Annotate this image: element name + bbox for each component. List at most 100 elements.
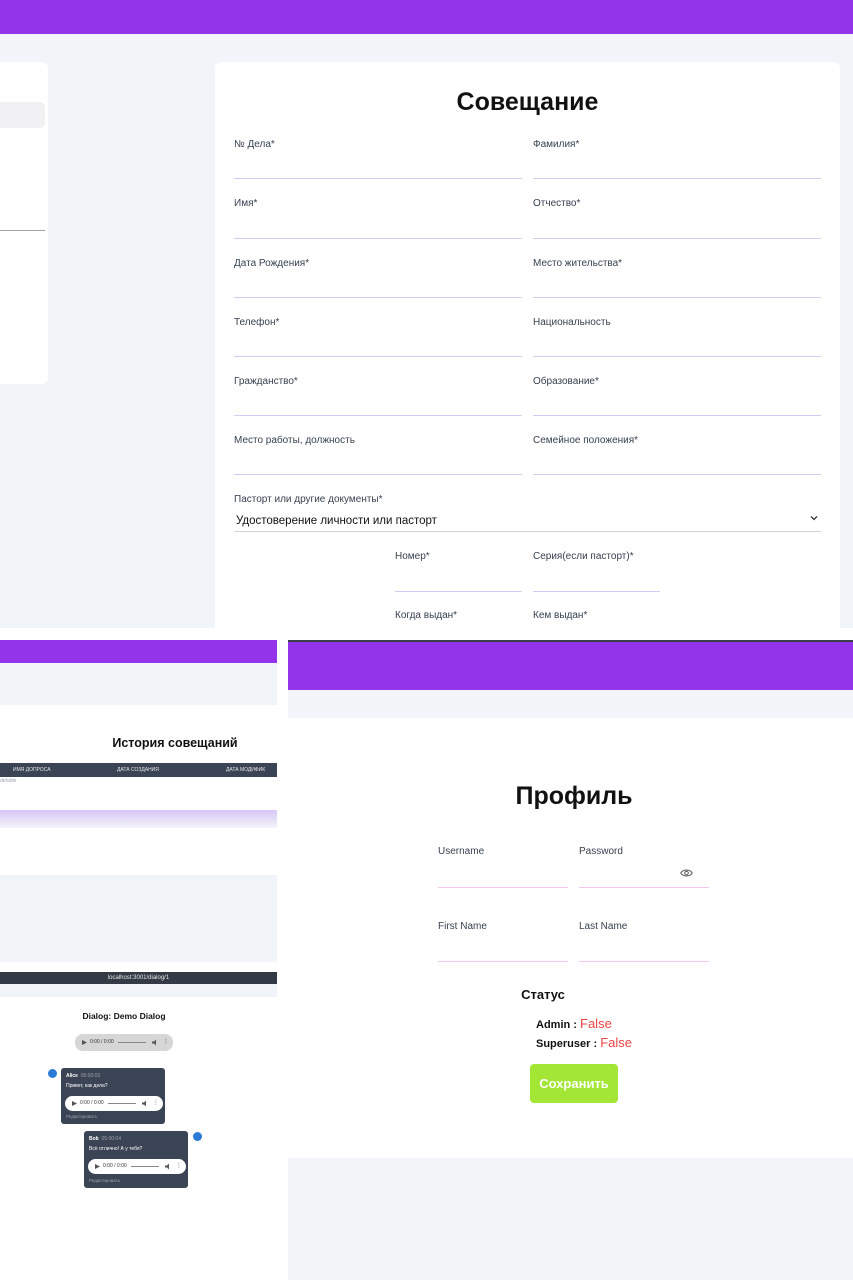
last-name-label: Last Name [579, 921, 628, 932]
meeting-form-card: Совещание № Дела* Фамилия* Имя* Отчество… [215, 62, 840, 628]
username-label: Username [438, 846, 485, 857]
message-bubble: Bob 05:00:04 Всё отлично! А у тебя? 0:00… [84, 1131, 188, 1188]
player-time: 0:00 / 0:00 [80, 1100, 104, 1106]
issued-by-label: Кем выдан* [533, 610, 588, 621]
message-audio-player[interactable]: 0:00 / 0:00 ⋮ [88, 1159, 186, 1174]
doc-type-select[interactable]: Удостоверение личности или пасторт [234, 511, 821, 531]
edit-link[interactable]: Редактировать [66, 1114, 97, 1119]
case-number-input[interactable] [234, 178, 522, 179]
sidebar-card [0, 62, 48, 384]
nationality-input[interactable] [533, 356, 821, 357]
issued-when-label: Когда выдан* [395, 610, 458, 621]
dialog-screen: localhost:3001/dialog/1 Dialog: Demo Dia… [0, 972, 277, 1280]
password-label: Password [579, 846, 623, 857]
message-author: Bob [89, 1136, 99, 1142]
player-progress[interactable] [108, 1103, 136, 1104]
password-input[interactable] [579, 887, 709, 888]
superuser-status: Superuser : False [536, 1035, 632, 1050]
more-options-icon[interactable]: ⋮ [163, 1038, 169, 1045]
edit-link[interactable]: Редактировать [89, 1178, 120, 1183]
doc-series-input[interactable] [533, 591, 660, 592]
surname-input[interactable] [533, 178, 821, 179]
volume-icon[interactable] [142, 1100, 149, 1107]
doc-number-label: Номер* [395, 551, 430, 562]
name-input[interactable] [234, 238, 522, 239]
player-time: 0:00 / 0:00 [90, 1039, 114, 1045]
play-icon[interactable] [82, 1040, 87, 1045]
workplace-input[interactable] [234, 474, 522, 475]
case-number-label: № Дела* [234, 139, 275, 150]
player-time: 0:00 / 0:00 [103, 1163, 127, 1169]
app-header-bar [288, 642, 853, 690]
phone-input[interactable] [234, 356, 522, 357]
message-time: 05:00:03 [80, 1073, 101, 1079]
play-icon[interactable] [95, 1164, 100, 1169]
dialog-title: Dialog: Demo Dialog [82, 1011, 166, 1021]
citizenship-input[interactable] [234, 415, 522, 416]
history-title: История совещаний [112, 736, 238, 750]
sidebar-selected-item[interactable] [0, 102, 45, 128]
meeting-form-screen: Совещание № Дела* Фамилия* Имя* Отчество… [0, 0, 853, 628]
phone-label: Телефон* [234, 317, 280, 328]
superuser-label: Superuser : [536, 1038, 598, 1050]
player-progress[interactable] [118, 1042, 146, 1043]
admin-label: Admin : [536, 1019, 577, 1031]
surname-label: Фамилия* [533, 139, 580, 150]
avatar-icon [193, 1132, 202, 1141]
volume-icon[interactable] [165, 1163, 172, 1170]
education-label: Образование* [533, 376, 599, 387]
birth-date-input[interactable] [234, 297, 522, 298]
app-header-bar [0, 0, 853, 34]
column-header-modified[interactable]: ДАТА МОДИФИК [226, 767, 265, 773]
column-header-created[interactable]: ДАТА СОЗДАНИЯ [117, 767, 159, 773]
history-card [0, 705, 277, 875]
message-audio-player[interactable]: 0:00 / 0:00 ⋮ [65, 1096, 163, 1111]
admin-value: False [580, 1016, 612, 1031]
play-icon[interactable] [72, 1101, 77, 1106]
birth-date-label: Дата Рождения* [234, 258, 310, 269]
message-author: Alice [66, 1073, 78, 1079]
patronymic-label: Отчество* [533, 198, 581, 209]
residence-label: Место жительства* [533, 258, 623, 269]
eye-icon[interactable] [680, 868, 693, 878]
column-header-name[interactable]: ИМЯ ДОПРОСА [13, 767, 51, 773]
doc-series-label: Серия(если пасторт)* [533, 551, 634, 562]
doc-type-selected-value: Удостоверение личности или пасторт [236, 515, 437, 527]
table-row[interactable]: defalde [0, 778, 16, 784]
patronymic-input[interactable] [533, 238, 821, 239]
username-input[interactable] [438, 887, 568, 888]
address-bar[interactable]: localhost:3001/dialog/1 [0, 972, 277, 984]
player-progress[interactable] [131, 1166, 159, 1167]
doc-type-underline [234, 531, 821, 532]
volume-icon[interactable] [152, 1039, 159, 1046]
more-options-icon[interactable]: ⋮ [153, 1099, 159, 1106]
chevron-down-icon [810, 514, 818, 525]
doc-number-input[interactable] [395, 591, 522, 592]
workplace-label: Место работы, должность [234, 435, 355, 446]
message-header: Bob 05:00:04 [89, 1136, 121, 1142]
footer-gradient [0, 810, 277, 828]
marital-status-input[interactable] [533, 474, 821, 475]
superuser-value: False [600, 1035, 632, 1050]
last-name-input[interactable] [579, 961, 709, 962]
page-title: Совещание [456, 88, 599, 116]
education-input[interactable] [533, 415, 821, 416]
admin-status: Admin : False [536, 1016, 612, 1031]
name-label: Имя* [234, 198, 258, 209]
sidebar-divider [0, 230, 45, 231]
page-title: Профиль [515, 782, 633, 810]
app-header-bar [0, 640, 277, 663]
dialog-audio-player[interactable]: 0:00 / 0:00 ⋮ [75, 1034, 173, 1051]
citizenship-label: Гражданство* [234, 376, 298, 387]
status-heading: Статус [521, 987, 565, 1002]
message-header: Alice 05:00:03 [66, 1073, 100, 1079]
avatar-icon [48, 1069, 57, 1078]
nationality-label: Национальность [533, 317, 611, 328]
message-text: Привет, как дела? [66, 1083, 108, 1089]
residence-input[interactable] [533, 297, 821, 298]
message-bubble: Alice 05:00:03 Привет, как дела? 0:00 / … [61, 1068, 165, 1124]
message-time: 05:00:04 [101, 1136, 121, 1142]
save-button[interactable]: Сохранить [530, 1064, 618, 1103]
more-options-icon[interactable]: ⋮ [176, 1162, 182, 1169]
first-name-input[interactable] [438, 961, 568, 962]
